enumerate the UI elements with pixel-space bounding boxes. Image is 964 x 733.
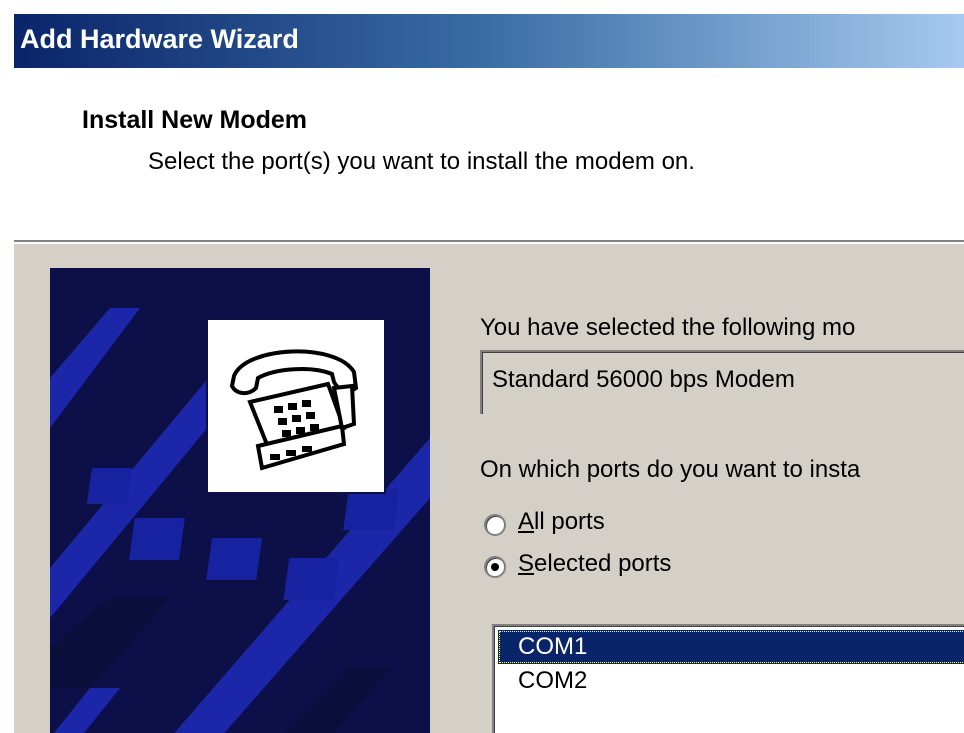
wizard-header: Install New Modem Select the port(s) you… bbox=[14, 68, 964, 240]
page-subtitle: Select the port(s) you want to install t… bbox=[148, 148, 695, 175]
radio-checked-dot bbox=[491, 563, 499, 571]
ports-listbox[interactable]: COM1 COM2 bbox=[492, 624, 964, 733]
wizard-window: Add Hardware Wizard Install New Modem Se… bbox=[12, 12, 964, 733]
port-name: COM2 bbox=[518, 667, 588, 694]
ports-question-label: On which ports do you want to insta bbox=[480, 456, 861, 483]
selected-ports-label[interactable]: Selected ports bbox=[518, 550, 671, 578]
selected-modem-label: You have selected the following mo bbox=[480, 314, 856, 341]
modem-picture-frame bbox=[206, 318, 386, 494]
window-title: Add Hardware Wizard bbox=[20, 24, 299, 54]
selected-ports-text: elected ports bbox=[534, 550, 672, 577]
telephone-icon bbox=[216, 328, 372, 480]
all-ports-radio[interactable] bbox=[484, 514, 506, 536]
content-panel: You have selected the following mo Stand… bbox=[480, 284, 964, 733]
port-list-item-com2[interactable]: COM2 bbox=[498, 664, 964, 698]
selected-ports-radio[interactable] bbox=[484, 556, 506, 578]
all-ports-label[interactable]: All ports bbox=[518, 508, 605, 536]
all-ports-accelerator: A bbox=[518, 508, 535, 535]
title-bar[interactable]: Add Hardware Wizard bbox=[14, 14, 964, 68]
header-divider-highlight bbox=[14, 242, 964, 244]
wizard-banner bbox=[50, 268, 430, 733]
port-list-item-com1[interactable]: COM1 bbox=[498, 630, 964, 664]
modem-name-value: Standard 56000 bps Modem bbox=[492, 366, 795, 393]
all-ports-text: ll ports bbox=[534, 508, 605, 535]
port-name: COM1 bbox=[518, 633, 588, 660]
page-title: Install New Modem bbox=[82, 106, 308, 134]
modem-name-field: Standard 56000 bps Modem bbox=[480, 350, 964, 414]
selected-ports-accelerator: S bbox=[518, 550, 535, 577]
